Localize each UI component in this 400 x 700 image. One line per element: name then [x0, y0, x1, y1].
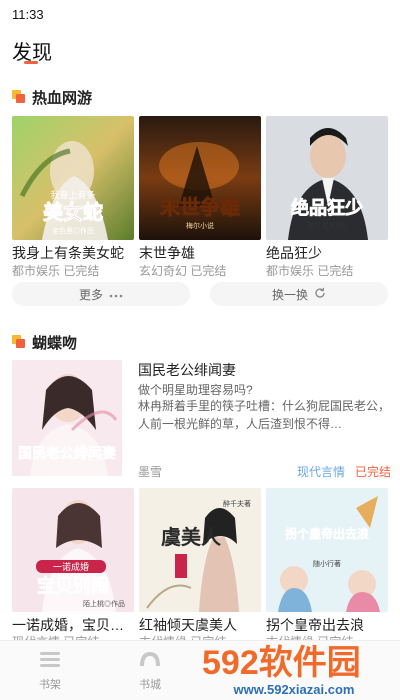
bookshelf-icon	[39, 650, 61, 673]
cover-title-text: 美女蛇	[43, 200, 103, 224]
cover-author-text: 随小行著	[313, 559, 341, 568]
bookstore-icon	[139, 650, 161, 673]
featured-book-subtitle: 做个明星助理容易吗?	[138, 383, 253, 397]
cover-author-text: 善文君子[著]	[308, 221, 347, 230]
featured-book-status: 已完结	[355, 465, 392, 479]
book-cover[interactable]: 一诺成婚 宝贝别闹 陌上桃◎作品	[12, 488, 134, 612]
more-label: 更多	[78, 287, 103, 302]
cover-title-text: 拐个皇帝出去浪	[285, 526, 369, 541]
book-cover[interactable]: 拐个皇帝出去浪 随小行著	[266, 488, 388, 612]
book-genre: 玄幻奇幻	[139, 264, 188, 278]
book-title[interactable]: 绝品狂少	[266, 243, 390, 263]
section-title: 热血网游	[32, 89, 93, 107]
book-title[interactable]: 末世争雄	[139, 243, 263, 263]
book-title[interactable]: 我身上有条美女蛇	[12, 243, 136, 263]
ellipsis-icon	[109, 287, 123, 301]
book-title[interactable]: 拐个皇帝出去浪	[266, 615, 390, 635]
book-cover[interactable]: 末世争雄 梅尔小说	[139, 116, 261, 240]
book-title[interactable]: 红袖倾天虞美人	[139, 615, 263, 635]
tab-label: 书架	[39, 679, 61, 691]
tab-bookstore[interactable]: 书城	[110, 641, 190, 700]
tab-bookshelf[interactable]: 书架	[10, 641, 90, 700]
featured-book-genre: 现代言情	[297, 465, 346, 479]
book-cover[interactable]: 虞美人 醉千夫著	[139, 488, 261, 612]
section-icon	[12, 90, 26, 104]
book-meta: 玄幻奇幻 已完结	[139, 262, 263, 279]
book-status: 已完结	[63, 264, 100, 278]
cover-author-text: 金色里◎作品	[52, 226, 94, 235]
status-time: 11:33	[12, 7, 44, 22]
status-bar: 11:33	[0, 0, 400, 28]
refresh-button[interactable]: 换一换	[210, 282, 388, 306]
cover-author-text: 梅尔小说	[186, 221, 214, 230]
watermark: 592软件园 www.592xiazai.com	[198, 638, 400, 700]
cover-title-text: 虞美人	[161, 525, 222, 549]
book-meta: 都市娱乐 已完结	[266, 262, 390, 279]
refresh-icon	[314, 287, 326, 302]
cover-small-text: 一诺成婚	[53, 561, 89, 572]
watermark-brand: 592软件园	[202, 644, 361, 682]
book-genre: 都市娱乐	[12, 264, 61, 278]
featured-book-author: 墨雪	[138, 465, 163, 479]
cover-author-text: 醉千夫著	[223, 499, 251, 508]
refresh-label: 换一换	[271, 287, 308, 302]
featured-book-cover[interactable]: 国民老公绯闻妻	[12, 360, 122, 476]
cover-title-text: 国民老公绯闻妻	[18, 445, 116, 462]
watermark-url: www.592xiazai.com	[233, 682, 355, 697]
book-cover[interactable]: 我身上有条 美女蛇 金色里◎作品	[12, 116, 134, 240]
more-button[interactable]: 更多	[12, 282, 190, 306]
cover-author-text: 陌上桃◎作品	[83, 599, 125, 608]
book-cover[interactable]: 绝品狂少 善文君子[著]	[266, 116, 388, 240]
section-header-2: 蝴蝶吻	[12, 332, 77, 352]
section-header-1: 热血网游	[12, 87, 92, 107]
title-underline	[24, 61, 38, 64]
cover-title-text: 宝贝别闹	[37, 575, 109, 596]
book-status: 已完结	[317, 264, 354, 278]
book-status: 已完结	[190, 264, 227, 278]
cover-small-text: 我身上有条	[50, 189, 95, 200]
book-title[interactable]: 一诺成婚，宝贝…	[12, 615, 136, 635]
cover-title-text: 绝品狂少	[291, 197, 363, 218]
book-meta: 都市娱乐 已完结	[12, 262, 136, 279]
cover-title-text: 末世争雄	[160, 195, 240, 219]
section-icon	[12, 335, 26, 349]
featured-book-title[interactable]: 国民老公绯闻妻	[138, 360, 236, 380]
section-title: 蝴蝶吻	[32, 334, 78, 352]
tab-label: 书城	[139, 679, 161, 691]
book-genre: 都市娱乐	[266, 264, 315, 278]
featured-book-description: 林冉掰着手里的筷子吐槽：什么狗屁国民老公，人前一根光鲜的草，人后渣到恨不得…	[138, 399, 390, 431]
